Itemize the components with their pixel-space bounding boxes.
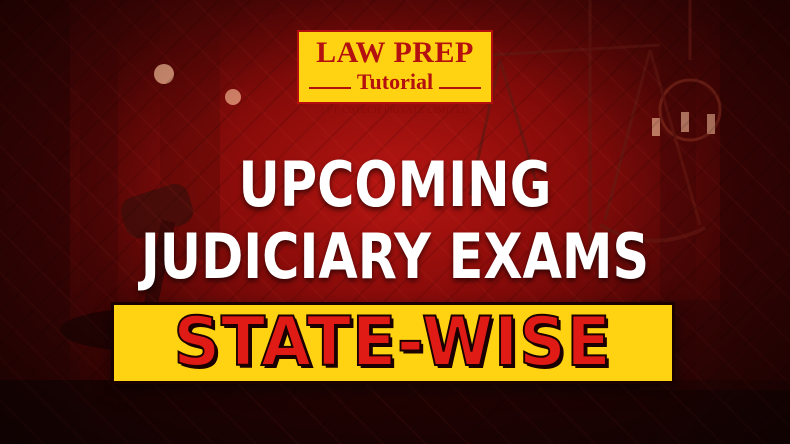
thumbnail-canvas: LAW PREP Tutorial LPT EDTECH PRIVATE LIM… [0,0,790,444]
logo-sub-text: Tutorial [356,69,434,94]
logo-main-text: LAW PREP [316,36,474,69]
headline-line-1: UPCOMING [238,148,552,221]
banner-text: STATE-WISE [173,303,613,382]
logo-divider-right [439,87,481,89]
state-wise-banner: STATE-WISE [111,302,675,384]
headline-line-2: JUDICIARY EXAMS [140,220,650,293]
logo-tagline: LPT EDTECH PRIVATE LIMITED [320,106,470,116]
logo-divider-left [309,87,351,89]
brand-logo: LAW PREP Tutorial [297,30,493,104]
